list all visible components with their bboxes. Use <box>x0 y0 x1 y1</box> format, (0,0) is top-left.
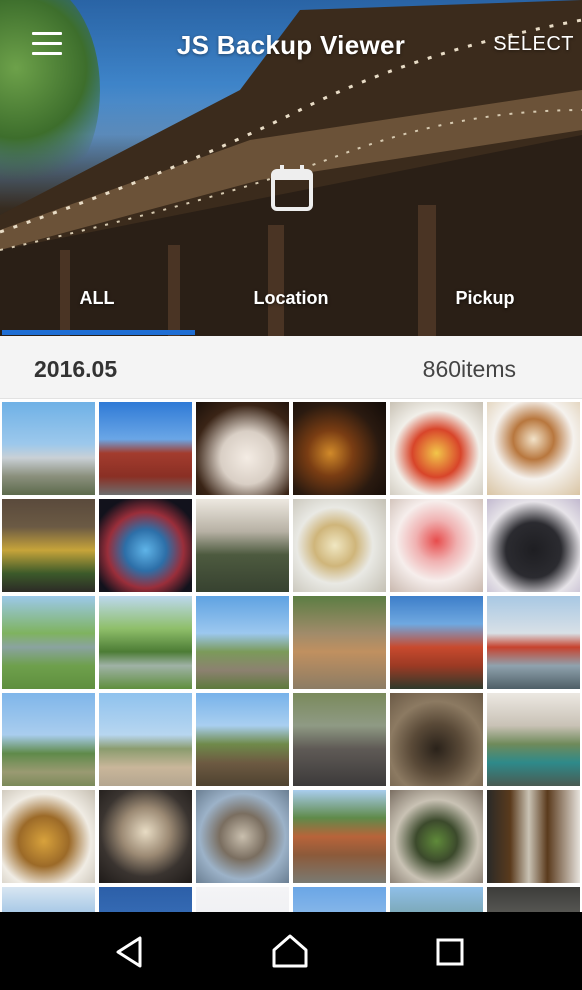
photo-thumbnail[interactable] <box>390 499 483 592</box>
photo-black-cat <box>487 499 580 592</box>
photo-sea-horizon <box>2 887 95 912</box>
photo-thumbnail[interactable] <box>293 790 386 883</box>
month-label: 2016.05 <box>34 356 118 382</box>
photo-thumbnail[interactable] <box>390 596 483 689</box>
photo-thumbnail[interactable] <box>196 402 289 495</box>
photo-thumbnail[interactable] <box>487 402 580 495</box>
photo-thumbnail[interactable] <box>2 596 95 689</box>
photo-orion-beer-bottles <box>487 790 580 883</box>
back-triangle-icon[interactable] <box>108 930 152 974</box>
date-section-header: 2016.05 860items <box>0 336 582 399</box>
photo-fort-ruins-hill <box>196 596 289 689</box>
photo-ramen-bowl <box>293 499 386 592</box>
photo-thumbnail[interactable] <box>99 402 192 495</box>
photo-thumbnail[interactable] <box>196 596 289 689</box>
photo-five-story-pagoda <box>390 596 483 689</box>
photo-thumbnail[interactable] <box>487 596 580 689</box>
photo-stone-torii-garden <box>196 499 289 592</box>
photo-thumbnail[interactable] <box>293 693 386 786</box>
photo-restaurant-table <box>390 790 483 883</box>
photo-thumbnail[interactable] <box>99 790 192 883</box>
photo-thumbnail[interactable] <box>390 887 483 912</box>
photo-city-ferris-wheel <box>2 402 95 495</box>
photo-thumbnail[interactable] <box>99 693 192 786</box>
photo-thumbnail[interactable] <box>293 402 386 495</box>
photo-blue-sky <box>99 887 192 912</box>
photo-thumbnail[interactable] <box>2 402 95 495</box>
photo-thumbnail[interactable] <box>2 693 95 786</box>
tab-all[interactable]: ALL <box>0 288 194 309</box>
photo-thumbnail[interactable] <box>99 887 192 912</box>
item-count: 860items <box>422 356 516 382</box>
photo-thumbnail[interactable] <box>196 499 289 592</box>
header-banner: JS Backup Viewer SELECT ALL Location Pic… <box>0 0 582 336</box>
photo-thumbnail[interactable] <box>390 402 483 495</box>
photo-thumbnail[interactable] <box>99 499 192 592</box>
recent-apps-icon[interactable] <box>428 930 472 974</box>
select-button[interactable]: SELECT <box>493 33 574 56</box>
photo-car-trees <box>99 596 192 689</box>
photo-thumbnail[interactable] <box>293 596 386 689</box>
tab-pickup[interactable]: Pickup <box>388 288 582 309</box>
photo-cave-shrine <box>390 693 483 786</box>
photo-thumbnail[interactable] <box>196 693 289 786</box>
photo-coastal-park <box>2 693 95 786</box>
photo-floating-torii-sea <box>487 596 580 689</box>
photo-grid <box>2 402 580 912</box>
photo-thumbnail[interactable] <box>196 887 289 912</box>
photo-stone-statue <box>293 693 386 786</box>
photo-deer-park <box>293 596 386 689</box>
photo-latte-art-cup <box>487 402 580 495</box>
home-icon[interactable] <box>268 930 312 974</box>
photo-green-car-lawn <box>2 596 95 689</box>
photo-thumbnail[interactable] <box>390 790 483 883</box>
photo-dessert-plate-candles <box>196 402 289 495</box>
photo-oyster-grill <box>99 790 192 883</box>
photo-thumbnail[interactable] <box>2 499 95 592</box>
photo-sky-trees <box>390 887 483 912</box>
photo-grilled-fish-skewer <box>2 790 95 883</box>
photo-thumbnail[interactable] <box>2 887 95 912</box>
photo-thumbnail[interactable] <box>390 693 483 786</box>
app-bar: JS Backup Viewer SELECT <box>0 0 582 90</box>
photo-thumbnail[interactable] <box>487 693 580 786</box>
photo-wooden-building-trees <box>293 790 386 883</box>
system-navigation-bar <box>0 912 582 990</box>
photo-oysters-plate <box>196 790 289 883</box>
photo-thumbnail[interactable] <box>487 887 580 912</box>
photo-thumbnail[interactable] <box>2 790 95 883</box>
photo-thumbnail[interactable] <box>196 790 289 883</box>
photo-omelette-rice-plate <box>390 402 483 495</box>
photo-stone-steps <box>487 693 580 786</box>
photo-beer-glass-bottle <box>293 402 386 495</box>
tab-bar: ALL Location Pickup <box>0 268 582 336</box>
photo-thumbnail[interactable] <box>293 887 386 912</box>
photo-shaved-ice-dessert <box>390 499 483 592</box>
photo-brick-ruins <box>196 693 289 786</box>
photo-red-brick-warehouse <box>99 402 192 495</box>
tab-location[interactable]: Location <box>194 288 388 309</box>
photo-street-christmas-tree <box>2 499 95 592</box>
photo-white-sky <box>196 887 289 912</box>
tab-selected-indicator <box>2 330 195 335</box>
photo-thumbnail[interactable] <box>99 596 192 689</box>
photo-thumbnail[interactable] <box>487 790 580 883</box>
photo-woman-seaside <box>99 693 192 786</box>
photo-lit-christmas-tree <box>99 499 192 592</box>
calendar-icon[interactable] <box>270 164 314 212</box>
photo-clouds-sky <box>293 887 386 912</box>
photo-thumbnail[interactable] <box>487 499 580 592</box>
photo-dark-rocks <box>487 887 580 912</box>
photo-thumbnail[interactable] <box>293 499 386 592</box>
